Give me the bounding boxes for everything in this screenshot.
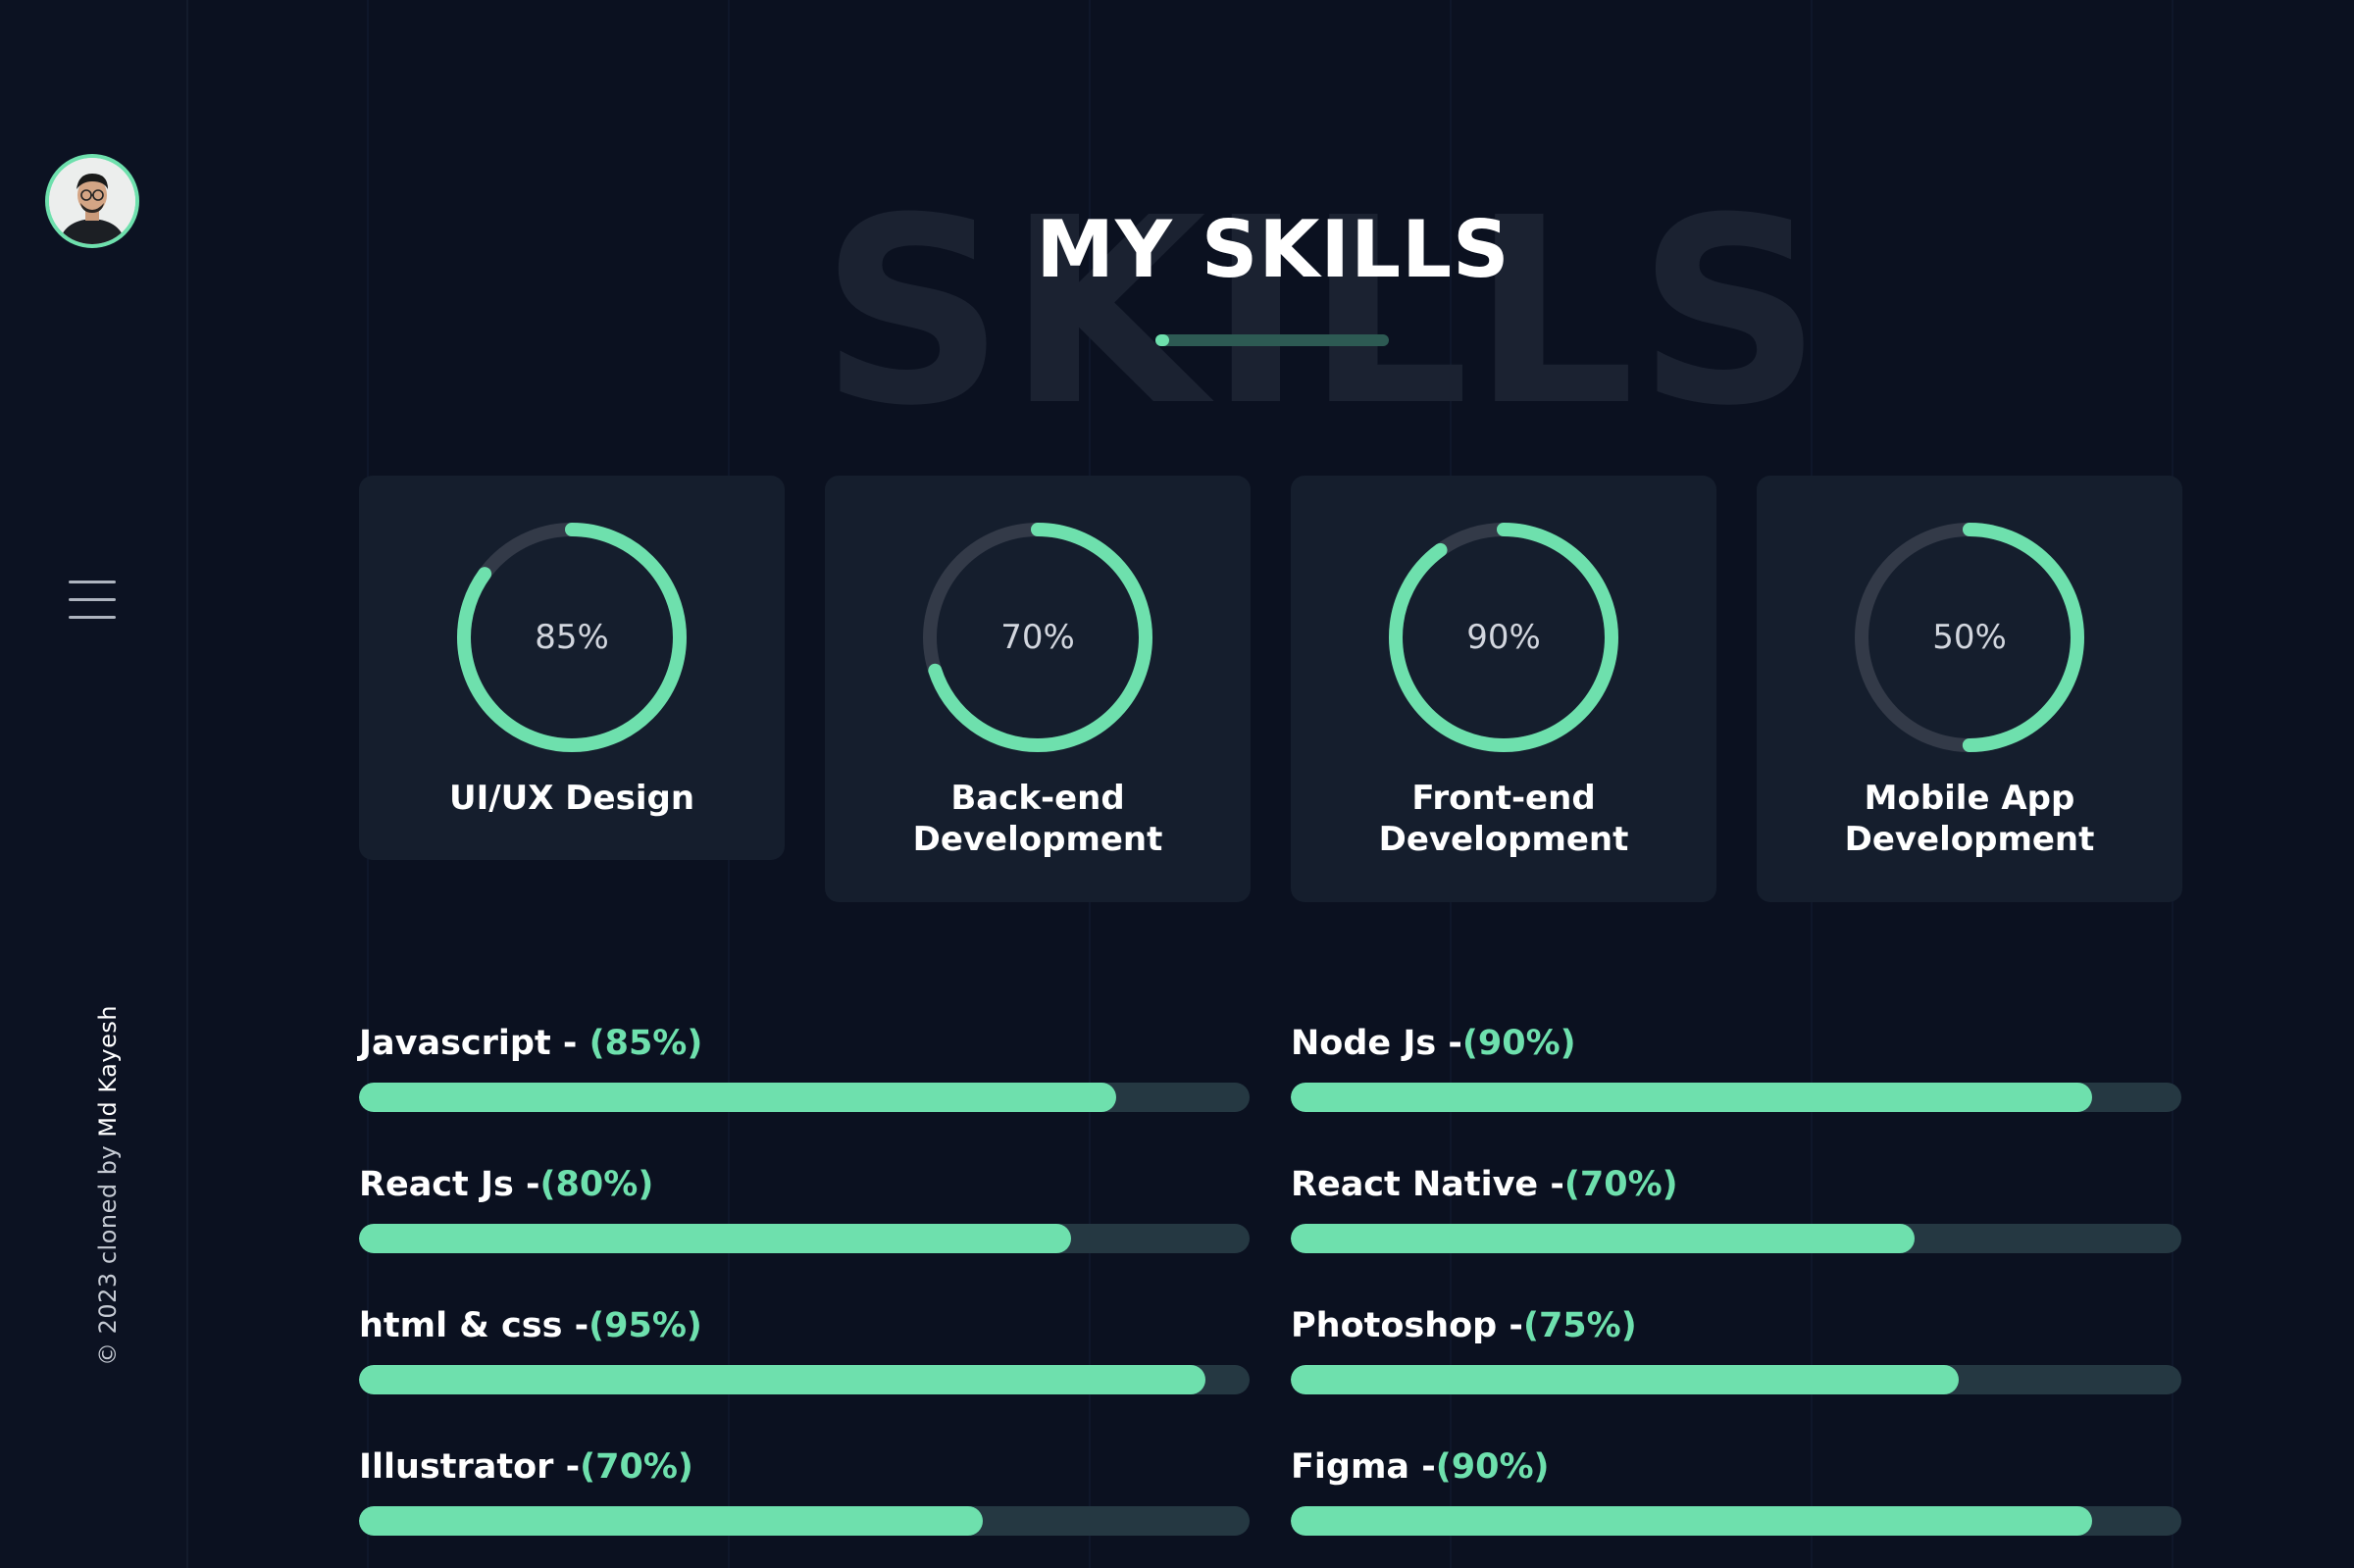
card-title-line: UI/UX Design <box>448 779 695 818</box>
skill-bar-illustrator: Illustrator -(70%) <box>359 1447 1250 1555</box>
skill-bar-react-native: React Native -(70%) <box>1291 1165 2181 1273</box>
progress-track <box>359 1224 1250 1253</box>
copyright-text: © 2023 cloned by Md Kayesh <box>94 1005 122 1366</box>
progress-percent: 90% <box>1466 618 1541 657</box>
title-underline-dot <box>1155 334 1169 346</box>
progress-fill <box>1291 1506 2093 1536</box>
card-title-line: Development <box>1378 820 1629 859</box>
skill-percent: (85%) <box>588 1024 703 1063</box>
progress-fill <box>359 1083 1116 1112</box>
menu-line <box>69 616 116 619</box>
skill-percent: (70%) <box>1563 1165 1678 1204</box>
skill-card-ui-ux: 85% UI/UX Design <box>359 476 785 860</box>
title-underline <box>1155 334 1389 346</box>
progress-track <box>1291 1083 2181 1112</box>
card-title-line: Front-end <box>1411 779 1596 818</box>
card-title: UI/UX Design <box>359 778 785 819</box>
progress-percent: 85% <box>535 618 609 657</box>
progress-track <box>359 1506 1250 1536</box>
skill-bar-react-js: React Js -(80%) <box>359 1165 1250 1273</box>
copyright-prefix: © 2023 cloned by <box>94 1137 122 1366</box>
menu-line <box>69 598 116 601</box>
skill-percent: (75%) <box>1522 1306 1637 1345</box>
skill-bar-figma: Figma -(90%) <box>1291 1447 2181 1555</box>
skill-card-back-end: 70% Back-end Development <box>825 476 1251 902</box>
skill-percent: (90%) <box>1461 1024 1576 1063</box>
page-title: MY SKILLS <box>1036 204 1510 295</box>
skill-card-mobile-app: 50% Mobile App Development <box>1757 476 2182 902</box>
skill-label: Illustrator -(70%) <box>359 1447 1250 1487</box>
card-title-line: Mobile App <box>1864 779 2075 818</box>
skill-bar-javascript: Javascript - (85%) <box>359 1024 1250 1132</box>
skill-label: html & css -(95%) <box>359 1306 1250 1345</box>
skill-label: React Js -(80%) <box>359 1165 1250 1204</box>
skill-card-front-end: 90% Front-end Development <box>1291 476 1716 902</box>
card-title-line: Back-end <box>950 779 1125 818</box>
progress-fill <box>1291 1224 1915 1253</box>
menu-hamburger-icon[interactable] <box>69 581 116 620</box>
progress-track <box>359 1365 1250 1394</box>
skill-label: Figma -(90%) <box>1291 1447 2181 1487</box>
skill-name: Node Js - <box>1291 1024 1462 1063</box>
skill-percent: (80%) <box>539 1165 654 1204</box>
progress-track <box>359 1083 1250 1112</box>
progress-fill <box>1291 1083 2093 1112</box>
skill-name: Javascript - <box>359 1024 589 1063</box>
progress-track <box>1291 1224 2181 1253</box>
card-title: Front-end Development <box>1291 778 1716 860</box>
progress-fill <box>359 1506 983 1536</box>
skill-bar-html-css: html & css -(95%) <box>359 1306 1250 1414</box>
skill-bar-node-js: Node Js -(90%) <box>1291 1024 2181 1132</box>
skill-name: Figma - <box>1291 1447 1436 1487</box>
skill-label: Photoshop -(75%) <box>1291 1306 2181 1345</box>
progress-track <box>1291 1365 2181 1394</box>
skill-label: Javascript - (85%) <box>359 1024 1250 1063</box>
skill-label: React Native -(70%) <box>1291 1165 2181 1204</box>
progress-fill <box>359 1224 1072 1253</box>
menu-line <box>69 581 116 583</box>
skill-bar-photoshop: Photoshop -(75%) <box>1291 1306 2181 1414</box>
skill-name: React Native - <box>1291 1165 1564 1204</box>
card-title: Mobile App Development <box>1757 778 2182 860</box>
progress-fill <box>1291 1365 1959 1394</box>
skill-name: Illustrator - <box>359 1447 581 1487</box>
progress-track <box>1291 1506 2181 1536</box>
skill-name: Photoshop - <box>1291 1306 1523 1345</box>
progress-percent: 50% <box>1932 618 2007 657</box>
card-title: Back-end Development <box>825 778 1251 860</box>
progress-fill <box>359 1365 1205 1394</box>
skill-percent: (70%) <box>580 1447 693 1487</box>
card-title-line: Development <box>1844 820 2095 859</box>
skill-name: html & css - <box>359 1306 589 1345</box>
copyright-author-link[interactable]: Md Kayesh <box>94 1005 122 1138</box>
card-title-line: Development <box>912 820 1163 859</box>
skill-label: Node Js -(90%) <box>1291 1024 2181 1063</box>
skill-percent: (95%) <box>588 1306 702 1345</box>
skill-name: React Js - <box>359 1165 540 1204</box>
skill-percent: (90%) <box>1435 1447 1550 1487</box>
progress-percent: 70% <box>1000 618 1075 657</box>
